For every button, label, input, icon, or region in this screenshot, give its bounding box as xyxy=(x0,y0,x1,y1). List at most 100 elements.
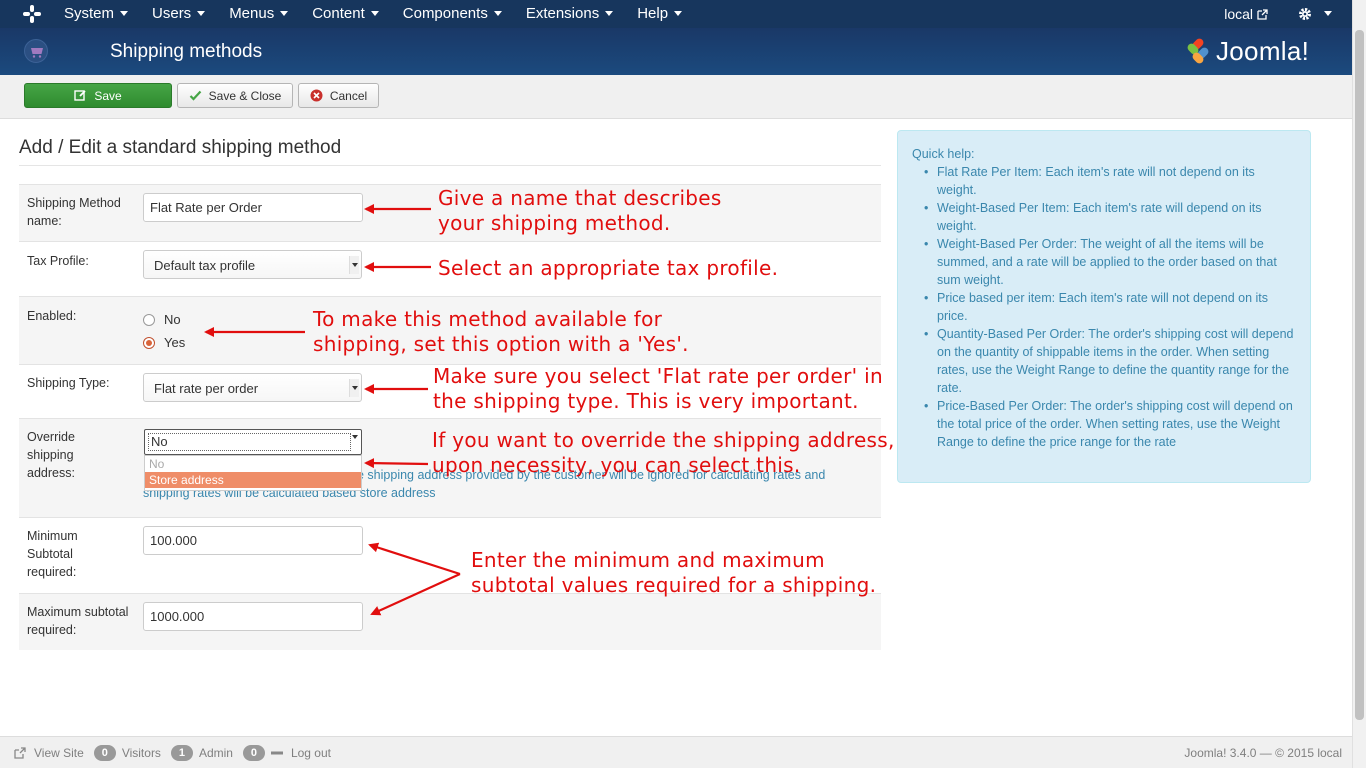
menu-label: Users xyxy=(152,5,192,22)
menu-label: Menus xyxy=(229,5,275,22)
menu-system[interactable]: System xyxy=(52,0,140,28)
quick-help-item: Price-Based Per Order: The order's shipp… xyxy=(912,397,1296,451)
save-button[interactable]: Save xyxy=(24,83,172,108)
max-subtotal-input[interactable] xyxy=(143,602,363,631)
divider xyxy=(19,165,881,166)
cancel-circle-icon xyxy=(310,89,323,102)
page-scrollbar[interactable] xyxy=(1352,0,1366,768)
page-title: Shipping methods xyxy=(110,41,263,62)
method-name-label: Shipping Method name: xyxy=(27,196,121,228)
radio-circle-icon[interactable] xyxy=(143,313,155,326)
annotation-override: If you want to override the shipping add… xyxy=(432,428,895,478)
override-select[interactable]: No xyxy=(144,429,362,455)
menu-label: Components xyxy=(402,5,488,22)
override-value: No xyxy=(151,434,168,449)
quick-help-panel: Quick help: Flat Rate Per Item: Each ite… xyxy=(897,130,1311,483)
method-name-input[interactable] xyxy=(143,193,363,222)
radio-yes-label: Yes xyxy=(164,335,186,350)
site-name: local xyxy=(1224,6,1253,22)
visitors-label: Visitors xyxy=(121,746,161,760)
dropdown-arrow-icon xyxy=(349,256,359,274)
annotation-line: your shipping method. xyxy=(438,211,671,235)
tax-profile-value: Default tax profile xyxy=(154,258,256,273)
menu-components[interactable]: Components xyxy=(391,0,514,28)
visitors-count-badge: 0 xyxy=(93,745,116,761)
annotation-line: subtotal values required for a shipping. xyxy=(471,573,877,597)
enabled-label: Enabled: xyxy=(27,309,77,323)
focus-ring xyxy=(148,433,351,451)
menu-label: System xyxy=(64,5,115,22)
gear-icon xyxy=(1299,8,1311,20)
annotation-line: the shipping type. This is very importan… xyxy=(433,389,859,413)
min-subtotal-label: Minimum Subtotal required: xyxy=(27,529,78,579)
annotation-name: Give a name that describes your shipping… xyxy=(438,186,722,236)
option-store-address[interactable]: Store address xyxy=(145,472,361,488)
menu-menus[interactable]: Menus xyxy=(217,0,300,28)
menu-label: Extensions xyxy=(525,5,600,22)
caret-down-icon xyxy=(493,10,502,16)
menu-extensions[interactable]: Extensions xyxy=(514,0,625,28)
menu-users[interactable]: Users xyxy=(140,0,217,28)
quick-help-item: Weight-Based Per Order: The weight of al… xyxy=(912,235,1296,289)
caret-down-icon xyxy=(370,10,379,16)
edit-icon xyxy=(74,90,86,101)
menu-content[interactable]: Content xyxy=(300,0,391,28)
min-subtotal-input[interactable] xyxy=(143,526,363,555)
view-site-label: View Site xyxy=(34,746,84,760)
user-settings-menu[interactable] xyxy=(1298,7,1332,21)
quick-help-item: Flat Rate Per Item: Each item's rate wil… xyxy=(912,163,1296,199)
radio-no[interactable]: No xyxy=(143,312,181,327)
annotation-line: upon necessity, you can select this. xyxy=(432,453,801,477)
menu-help[interactable]: Help xyxy=(625,0,694,28)
row-max-subtotal: Maximum subtotal required: xyxy=(19,593,881,650)
brand-text: Joomla! xyxy=(1216,35,1310,66)
dropdown-arrow-icon xyxy=(349,379,359,397)
annotation-line: shipping, set this option with a 'Yes'. xyxy=(313,332,689,356)
menu-label: Content xyxy=(312,5,365,22)
annotation-enabled: To make this method available for shippi… xyxy=(313,307,689,357)
override-label: Override shipping address: xyxy=(27,430,75,480)
scrollbar-thumb[interactable] xyxy=(1355,30,1364,720)
option-no[interactable]: No xyxy=(145,456,361,472)
caret-down-icon xyxy=(1324,10,1332,16)
minus-icon xyxy=(270,751,283,755)
joomla-brand: Joomla! xyxy=(1183,34,1309,68)
status-bar: View Site 0 Visitors 1 Admin 0 Log out J… xyxy=(0,736,1352,768)
logout-label: Log out xyxy=(290,746,331,760)
checkmark-icon xyxy=(189,90,201,101)
quick-help-title: Quick help: xyxy=(912,147,975,161)
toolbar: Save Save & Close Cancel xyxy=(0,75,1352,119)
save-close-button[interactable]: Save & Close xyxy=(177,83,293,108)
radio-yes[interactable]: Yes xyxy=(143,335,185,350)
admin-label: Admin xyxy=(198,746,233,760)
radio-no-label: No xyxy=(164,312,181,327)
logout-link[interactable]: 0 Log out xyxy=(242,745,331,761)
shipping-type-select[interactable]: Flat rate per order xyxy=(143,373,362,402)
navbar-right: local xyxy=(1224,0,1332,28)
menu-label: Help xyxy=(637,5,669,22)
version-info: Joomla! 3.4.0 — © 2015 local xyxy=(1184,746,1342,760)
annotation-line: Give a name that describes xyxy=(438,186,722,210)
cancel-button[interactable]: Cancel xyxy=(298,83,379,108)
main-menu: System Users Menus Content Components Ex… xyxy=(52,0,694,28)
admin-link[interactable]: 1 Admin xyxy=(170,745,233,761)
view-site-link[interactable]: View Site xyxy=(14,746,84,760)
save-close-label: Save & Close xyxy=(208,88,282,103)
caret-down-icon xyxy=(605,10,614,16)
quick-help-item: Quantity-Based Per Order: The order's sh… xyxy=(912,325,1296,397)
tax-profile-select[interactable]: Default tax profile xyxy=(143,250,362,279)
joomla-logo-icon[interactable] xyxy=(22,4,42,24)
annotation-subtotal: Enter the minimum and maximum subtotal v… xyxy=(471,548,876,598)
site-link[interactable]: local xyxy=(1224,6,1268,22)
radio-checked-icon[interactable] xyxy=(143,336,155,349)
external-link-icon xyxy=(1257,8,1268,20)
annotation-line: To make this method available for xyxy=(313,307,663,331)
tax-profile-label: Tax Profile: xyxy=(27,254,89,268)
quick-help-item: Weight-Based Per Item: Each item's rate … xyxy=(912,199,1296,235)
quick-help-item: Price based per item: Each item's rate w… xyxy=(912,289,1296,325)
visitors-link[interactable]: 0 Visitors xyxy=(93,745,161,761)
admin-count-badge: 1 xyxy=(170,745,193,761)
caret-down-icon xyxy=(674,10,683,16)
annotation-type: Make sure you select 'Flat rate per orde… xyxy=(433,364,883,414)
shipping-type-value: Flat rate per order xyxy=(154,381,259,396)
